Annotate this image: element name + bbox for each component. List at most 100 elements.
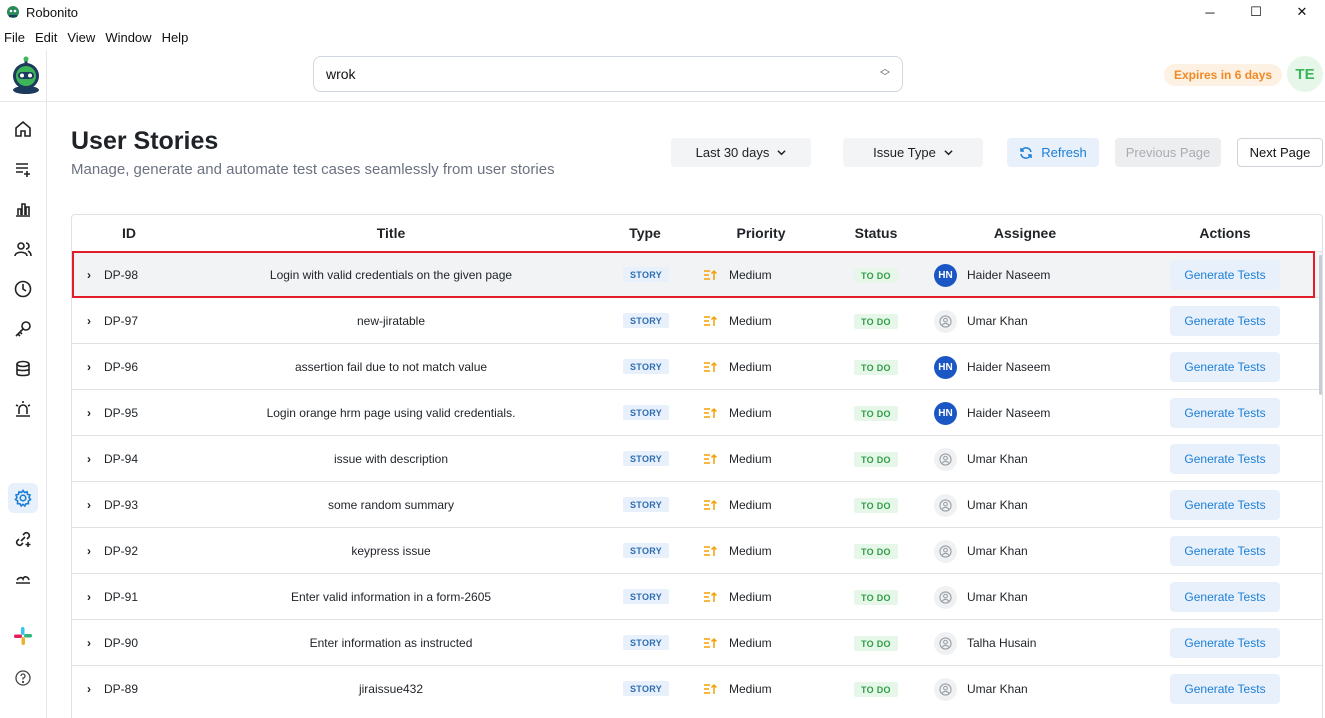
assignee-avatar xyxy=(934,310,957,333)
minimize-button[interactable]: ─ xyxy=(1187,0,1233,24)
table-row[interactable]: › DP-98 Login with valid credentials on … xyxy=(72,251,1322,298)
assignee-avatar xyxy=(934,678,957,701)
expand-row-chevron-icon[interactable]: › xyxy=(84,574,94,620)
refresh-label: Refresh xyxy=(1041,145,1087,160)
window-titlebar: Robonito ─ ☐ ✕ xyxy=(0,0,1325,24)
generate-tests-button[interactable]: Generate Tests xyxy=(1170,352,1280,382)
story-title: jiraissue432 xyxy=(358,682,424,696)
table-header: ID Title Type Priority Status Assignee A… xyxy=(72,215,1322,251)
generate-tests-button[interactable]: Generate Tests xyxy=(1170,260,1280,290)
issue-type-dropdown[interactable]: Issue Type xyxy=(843,138,983,167)
column-header-id: ID xyxy=(122,225,136,241)
users-icon[interactable] xyxy=(12,238,34,260)
expand-row-chevron-icon[interactable]: › xyxy=(84,666,94,712)
column-header-title: Title xyxy=(376,225,406,241)
assignee-avatar: HN xyxy=(934,264,957,287)
expand-row-chevron-icon[interactable]: › xyxy=(84,436,94,482)
priority-label: Medium xyxy=(729,682,772,696)
link-add-icon[interactable] xyxy=(12,528,34,550)
generate-tests-button[interactable]: Generate Tests xyxy=(1170,536,1280,566)
generate-tests-button[interactable]: Generate Tests xyxy=(1170,398,1280,428)
table-row[interactable]: › DP-89 jiraissue432 STORY Medium TO DO … xyxy=(72,665,1322,712)
expand-row-chevron-icon[interactable]: › xyxy=(84,528,94,574)
assignee-avatar xyxy=(934,494,957,517)
table-row[interactable]: › DP-91 Enter valid information in a for… xyxy=(72,573,1322,620)
menu-view[interactable]: View xyxy=(63,30,99,45)
expand-row-chevron-icon[interactable]: › xyxy=(84,482,94,528)
user-avatar[interactable]: TE xyxy=(1287,56,1323,92)
priority-medium-icon xyxy=(703,482,717,528)
status-badge: TO DO xyxy=(854,590,898,605)
expand-row-chevron-icon[interactable]: › xyxy=(84,344,94,390)
table-row[interactable]: › DP-92 keypress issue STORY Medium TO D… xyxy=(72,527,1322,574)
expand-row-chevron-icon[interactable]: › xyxy=(84,620,94,666)
table-row[interactable]: › DP-95 Login orange hrm page using vali… xyxy=(72,389,1322,436)
priority-label: Medium xyxy=(729,544,772,558)
assignee-name: Talha Husain xyxy=(967,636,1037,650)
generate-tests-button[interactable]: Generate Tests xyxy=(1170,628,1280,658)
generate-tests-button[interactable]: Generate Tests xyxy=(1170,306,1280,336)
generate-tests-button[interactable]: Generate Tests xyxy=(1170,674,1280,704)
menu-window[interactable]: Window xyxy=(101,30,155,45)
priority-label: Medium xyxy=(729,314,772,328)
story-title: keypress issue xyxy=(351,544,431,558)
column-header-actions: Actions xyxy=(1199,225,1251,241)
next-page-button[interactable]: Next Page xyxy=(1237,138,1323,167)
generate-tests-button[interactable]: Generate Tests xyxy=(1170,582,1280,612)
generate-tests-button[interactable]: Generate Tests xyxy=(1170,490,1280,520)
table-row[interactable]: › DP-97 new-jiratable STORY Medium TO DO… xyxy=(72,297,1322,344)
user-placeholder-icon xyxy=(939,499,952,512)
status-badge: TO DO xyxy=(854,268,898,283)
scrollbar-thumb[interactable] xyxy=(1319,255,1322,395)
close-window-button[interactable]: ✕ xyxy=(1279,0,1325,24)
bar-chart-icon[interactable] xyxy=(12,198,34,220)
assignee-initials: HN xyxy=(938,362,953,373)
table-row[interactable]: › DP-90 Enter information as instructed … xyxy=(72,619,1322,666)
previous-page-button[interactable]: Previous Page xyxy=(1115,138,1221,167)
clock-icon[interactable] xyxy=(12,278,34,300)
assignee-name: Umar Khan xyxy=(967,498,1028,512)
menu-file[interactable]: File xyxy=(0,30,29,45)
expand-row-chevron-icon[interactable]: › xyxy=(84,390,94,436)
project-select-value: wrok xyxy=(326,66,356,82)
table-scrollbar[interactable] xyxy=(1319,215,1323,715)
assignee-name: Haider Naseem xyxy=(967,268,1051,282)
robonito-app-icon xyxy=(7,6,19,18)
table-row[interactable]: › DP-93 some random summary STORY Medium… xyxy=(72,481,1322,528)
alarm-icon[interactable] xyxy=(12,398,34,420)
menu-edit[interactable]: Edit xyxy=(31,30,61,45)
menu-help[interactable]: Help xyxy=(158,30,193,45)
story-id: DP-92 xyxy=(104,544,139,558)
project-select[interactable]: wrok ︿ ﹀ xyxy=(313,56,903,92)
issue-type-label: Issue Type xyxy=(873,145,936,160)
status-badge: TO DO xyxy=(854,452,898,467)
story-title: new-jiratable xyxy=(356,314,426,328)
type-badge: STORY xyxy=(623,359,670,374)
home-icon[interactable] xyxy=(12,118,34,140)
table-row[interactable]: › DP-96 assertion fail due to not match … xyxy=(72,343,1322,390)
type-badge: STORY xyxy=(623,543,670,558)
refresh-button[interactable]: Refresh xyxy=(1007,138,1099,167)
top-bar: wrok ︿ ﹀ Expires in 6 days TE xyxy=(47,50,1325,102)
priority-medium-icon xyxy=(703,666,717,712)
select-arrows-icon: ︿ ﹀ xyxy=(880,64,890,83)
settings-gear-icon[interactable] xyxy=(8,483,38,513)
database-icon[interactable] xyxy=(12,358,34,380)
key-icon[interactable] xyxy=(12,318,34,340)
expand-row-chevron-icon[interactable]: › xyxy=(84,298,94,344)
generate-tests-button[interactable]: Generate Tests xyxy=(1170,444,1280,474)
priority-label: Medium xyxy=(729,590,772,604)
expand-row-chevron-icon[interactable]: › xyxy=(84,252,94,298)
robonito-logo[interactable] xyxy=(8,55,44,95)
story-id: DP-95 xyxy=(104,406,139,420)
slack-icon[interactable] xyxy=(12,625,34,647)
cloud-icon[interactable] xyxy=(12,568,34,590)
help-icon[interactable] xyxy=(12,667,34,689)
assignee-name: Haider Naseem xyxy=(967,360,1051,374)
priority-label: Medium xyxy=(729,498,772,512)
maximize-button[interactable]: ☐ xyxy=(1233,0,1279,24)
date-filter-dropdown[interactable]: Last 30 days xyxy=(671,138,811,167)
story-id: DP-97 xyxy=(104,314,139,328)
add-list-icon[interactable] xyxy=(12,158,34,180)
table-row[interactable]: › DP-94 issue with description STORY Med… xyxy=(72,435,1322,482)
